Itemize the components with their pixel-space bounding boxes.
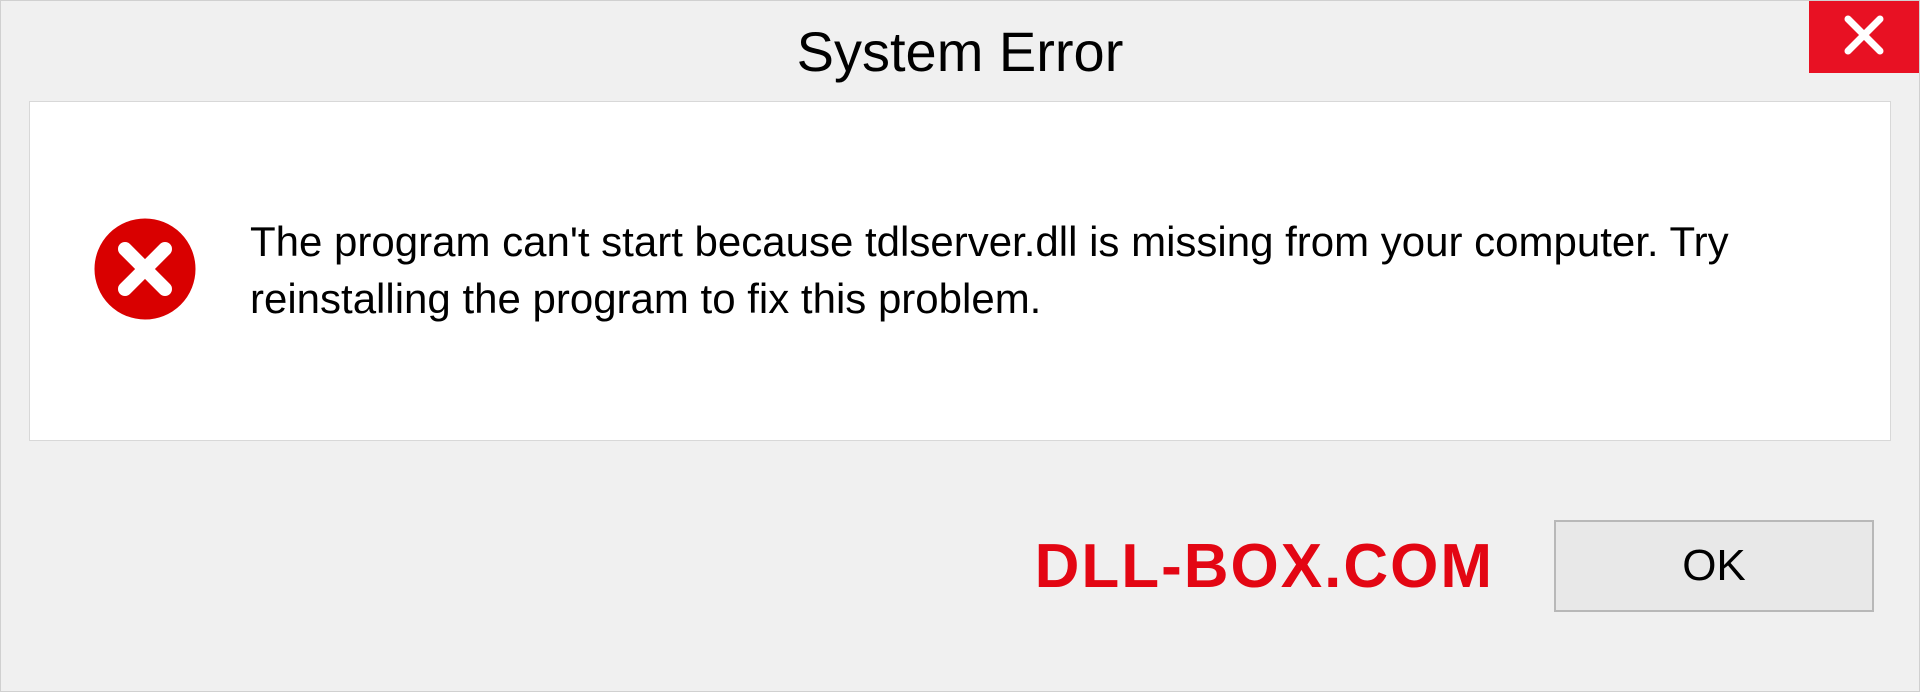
dialog-footer: DLL-BOX.COM OK (1, 441, 1919, 691)
error-dialog-window: System Error The program can't start bec… (0, 0, 1920, 692)
ok-button-label: OK (1682, 541, 1746, 591)
error-icon (90, 214, 200, 329)
close-button[interactable] (1809, 1, 1919, 73)
watermark-text: DLL-BOX.COM (1035, 531, 1494, 602)
content-panel: The program can't start because tdlserve… (29, 101, 1891, 441)
close-icon (1842, 13, 1886, 62)
ok-button[interactable]: OK (1554, 520, 1874, 612)
titlebar: System Error (1, 1, 1919, 101)
error-message: The program can't start because tdlserve… (250, 214, 1830, 327)
dialog-title: System Error (797, 19, 1124, 84)
